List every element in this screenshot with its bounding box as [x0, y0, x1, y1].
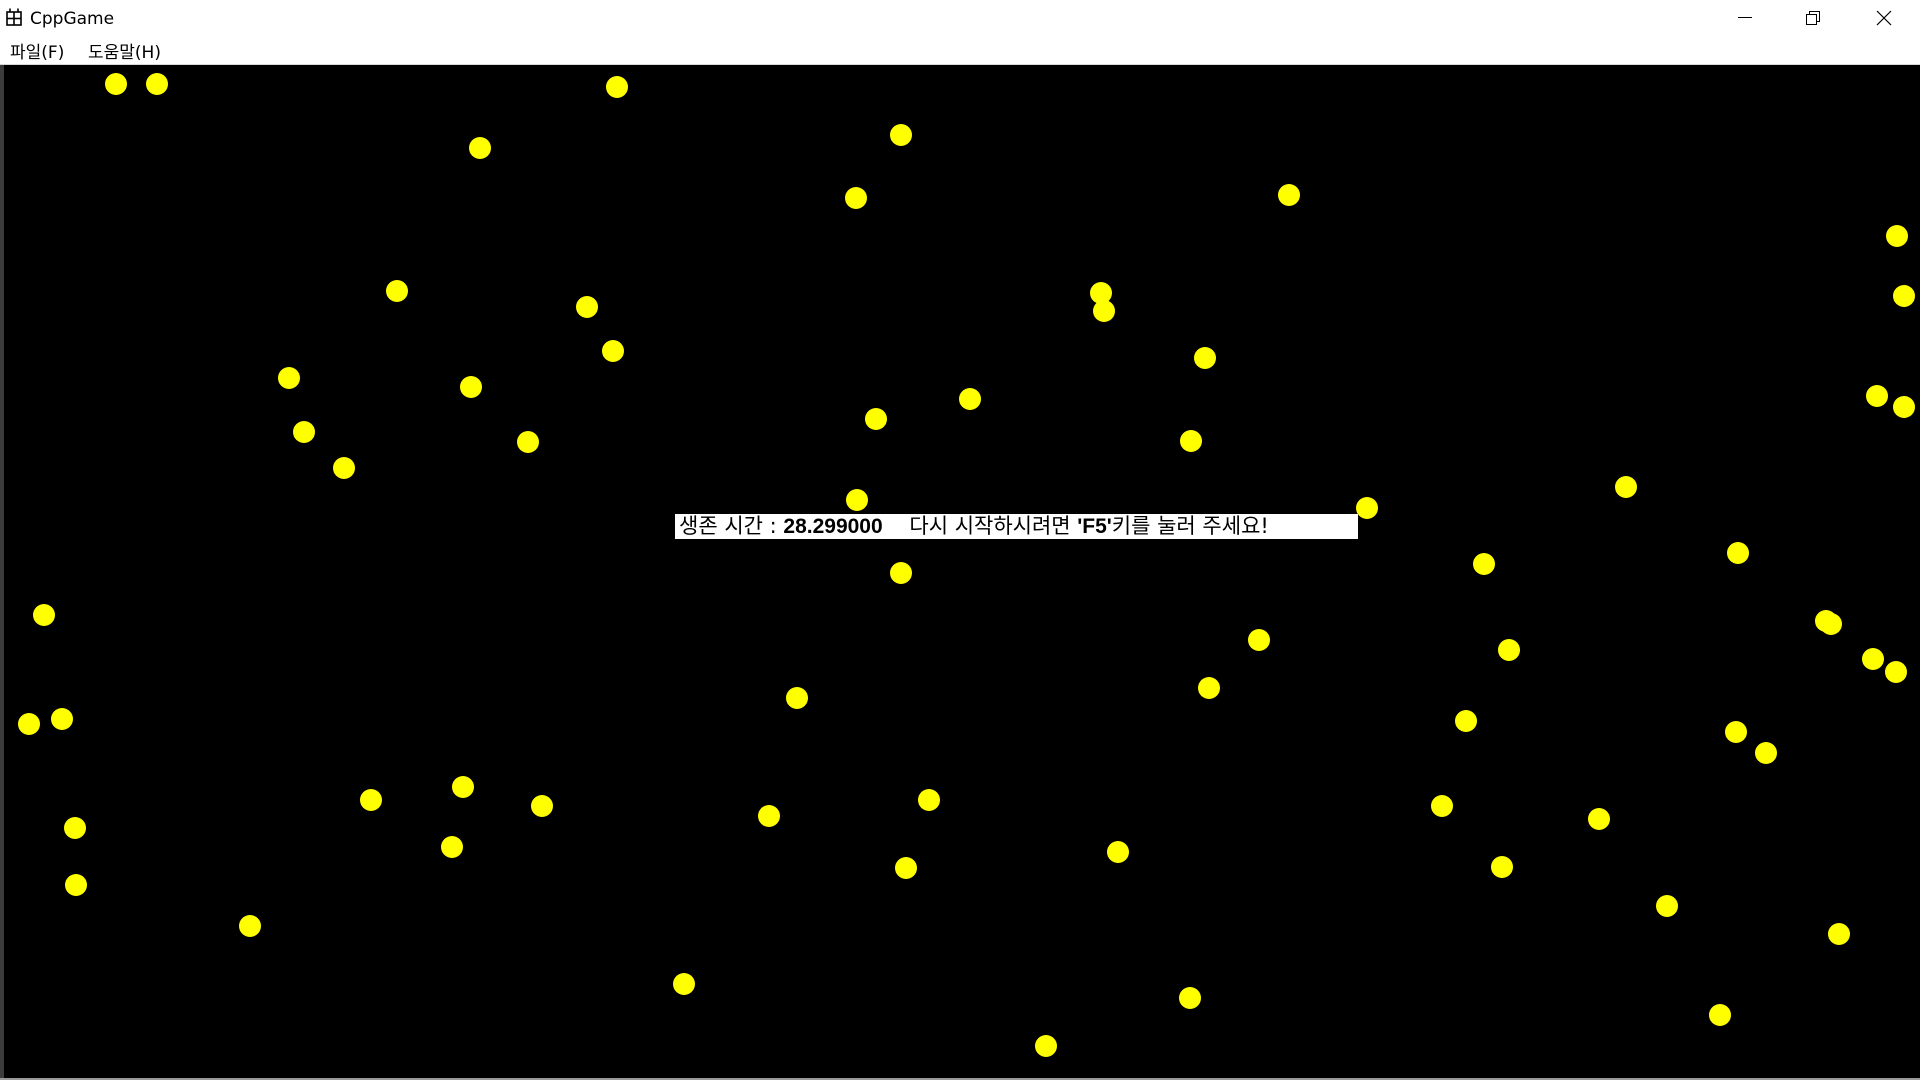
restart-suffix: 키를 눌러 주세요!	[1111, 514, 1269, 538]
falling-ball	[1034, 1034, 1057, 1057]
falling-ball	[575, 296, 598, 319]
falling-ball	[1491, 855, 1514, 878]
falling-ball	[51, 707, 74, 730]
falling-ball	[1454, 710, 1477, 733]
falling-ball	[64, 874, 87, 897]
falling-ball	[1106, 841, 1129, 864]
survival-time: 28.299000	[783, 515, 883, 538]
falling-ball	[333, 456, 356, 479]
window-title: CppGame	[30, 9, 115, 29]
falling-ball	[18, 712, 41, 735]
falling-ball	[145, 73, 168, 96]
falling-ball	[1754, 742, 1777, 765]
restore-button[interactable]	[1778, 0, 1848, 36]
falling-ball	[516, 431, 539, 454]
close-button[interactable]	[1849, 0, 1919, 36]
falling-ball	[844, 187, 867, 210]
menu-help[interactable]: 도움말(H)	[88, 38, 161, 63]
falling-ball	[385, 280, 408, 303]
falling-ball	[63, 816, 86, 839]
close-icon	[1876, 10, 1892, 26]
falling-ball	[958, 388, 981, 411]
falling-ball	[673, 973, 696, 996]
falling-ball	[895, 857, 918, 880]
falling-ball	[1615, 476, 1638, 499]
title-bar[interactable]: CppGame	[0, 0, 1920, 38]
survival-label: 생존 시간 :	[679, 514, 784, 538]
falling-ball	[1862, 647, 1885, 670]
falling-ball	[1588, 808, 1611, 831]
menu-file[interactable]: 파일(F)	[10, 38, 64, 63]
falling-ball	[890, 562, 913, 585]
game-canvas[interactable]: 생존 시간 : 28.299000 다시 시작하시려면 'F5'키를 눌러 주세…	[0, 65, 1920, 1080]
restart-prefix: 다시 시작하시려면	[882, 514, 1078, 538]
falling-ball	[1725, 721, 1748, 744]
falling-ball	[277, 367, 300, 390]
falling-ball	[469, 137, 491, 160]
falling-ball	[918, 788, 941, 811]
falling-ball	[1093, 300, 1116, 323]
restart-key: 'F5'	[1077, 515, 1112, 538]
falling-ball	[531, 794, 554, 817]
falling-ball	[1893, 395, 1916, 418]
restore-icon	[1806, 11, 1820, 25]
falling-ball	[1726, 542, 1749, 565]
falling-ball	[1355, 497, 1378, 520]
falling-ball	[1884, 661, 1907, 684]
falling-ball	[1180, 429, 1203, 452]
falling-ball	[1431, 794, 1454, 817]
falling-ball	[1197, 677, 1220, 700]
falling-ball	[1497, 639, 1520, 662]
canvas-left-border	[0, 65, 4, 1080]
falling-ball	[1893, 285, 1916, 308]
falling-ball	[440, 836, 463, 859]
falling-ball	[864, 407, 887, 430]
falling-ball	[1885, 225, 1908, 248]
falling-ball	[1473, 553, 1496, 576]
minimize-button[interactable]	[1710, 0, 1780, 36]
falling-ball	[360, 788, 383, 811]
falling-ball	[1709, 1004, 1732, 1027]
falling-ball	[292, 421, 315, 444]
falling-ball	[1278, 183, 1301, 206]
falling-ball	[1866, 384, 1889, 407]
falling-ball	[1193, 346, 1216, 369]
app-grid-icon	[6, 8, 22, 26]
falling-ball	[846, 488, 869, 511]
falling-ball	[757, 804, 780, 827]
falling-ball	[105, 73, 128, 96]
falling-ball	[238, 914, 261, 937]
falling-ball	[1179, 986, 1202, 1009]
falling-ball	[1828, 923, 1851, 946]
game-over-message: 생존 시간 : 28.299000 다시 시작하시려면 'F5'키를 눌러 주세…	[675, 514, 1358, 539]
falling-ball	[1655, 895, 1678, 918]
falling-ball	[606, 75, 629, 98]
falling-ball	[1819, 613, 1842, 636]
falling-ball	[1247, 629, 1270, 652]
minimize-icon	[1738, 17, 1752, 18]
menu-bar: 파일(F) 도움말(H)	[0, 37, 1920, 64]
falling-ball	[786, 686, 809, 709]
falling-ball	[33, 603, 56, 626]
falling-ball	[890, 123, 913, 146]
falling-ball	[460, 375, 483, 398]
falling-ball	[451, 776, 474, 799]
falling-ball	[602, 340, 625, 363]
